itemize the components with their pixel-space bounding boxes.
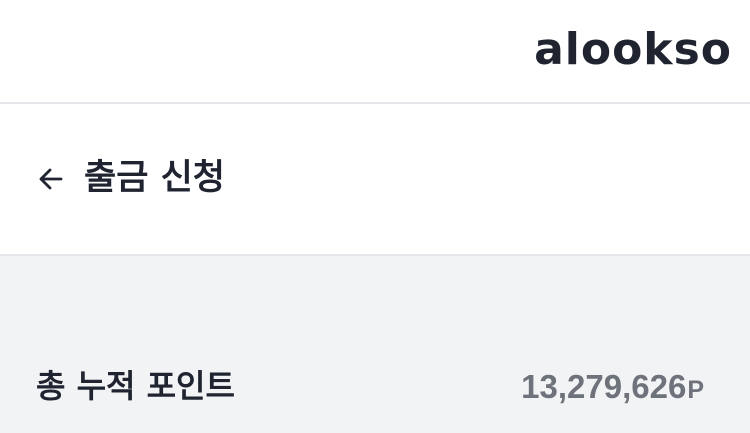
page-title: 출금 신청	[84, 158, 225, 198]
back-button[interactable]	[34, 162, 68, 196]
page-header: 출금 신청	[0, 104, 750, 256]
points-unit: P	[687, 376, 704, 404]
top-bar: alookso	[0, 0, 750, 104]
alookso-logo[interactable]: alookso	[534, 22, 732, 78]
total-points-value: 13,279,626P	[521, 364, 704, 416]
arrow-left-icon	[39, 168, 63, 190]
total-points-label: 총 누적 포인트	[36, 367, 235, 405]
points-number: 13,279,626	[521, 368, 687, 405]
points-section: 총 누적 포인트 13,279,626P	[0, 256, 750, 433]
